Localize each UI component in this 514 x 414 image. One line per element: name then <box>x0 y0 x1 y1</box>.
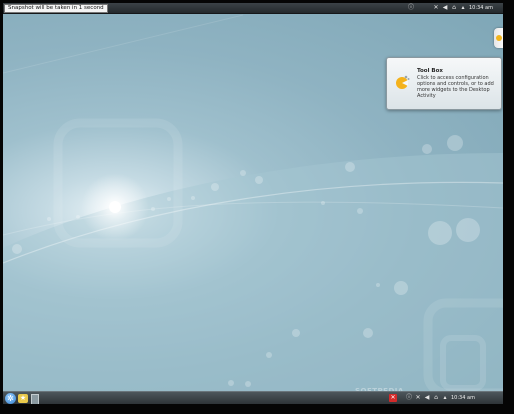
home-icon[interactable]: ⌂ <box>433 395 439 401</box>
home-icon[interactable]: ⌂ <box>451 5 457 11</box>
kde-gear-icon: ✲ <box>7 394 14 403</box>
application-launcher-button[interactable]: ✲ <box>5 393 16 404</box>
network-icon[interactable]: ✕ <box>433 5 439 11</box>
tooltip-title: Tool Box <box>417 68 443 74</box>
close-icon[interactable]: ✕ <box>389 394 397 402</box>
folder-view-button[interactable]: ★ <box>18 394 28 403</box>
arrow-up-icon[interactable]: ▴ <box>442 395 448 401</box>
toolbox-button[interactable] <box>494 28 503 48</box>
bottom-system-tray: ⓘ ✕ ◀ ⌂ ▴ 10:34 am <box>406 395 475 402</box>
bottom-panel: ✲ ★ ✕ ⓘ ✕ ◀ ⌂ ▴ 10:34 am <box>3 391 503 404</box>
top-tray-left: ⓘ <box>408 5 414 11</box>
folder-icon: ★ <box>19 394 27 402</box>
volume-icon[interactable]: ◀ <box>442 5 448 11</box>
snapshot-notice: Snapshot will be taken in 1 second <box>4 4 108 13</box>
toolbox-icon <box>396 75 410 89</box>
top-panel: Snapshot will be taken in 1 second ⓘ ✕ ◀… <box>3 3 503 14</box>
arrow-up-icon[interactable]: ▴ <box>460 5 466 11</box>
network-icon[interactable]: ✕ <box>415 395 421 401</box>
info-icon[interactable]: ⓘ <box>406 395 412 401</box>
toolbox-tooltip: Tool Box Click to access configuration o… <box>386 57 502 110</box>
top-clock[interactable]: 10:34 am <box>469 5 493 11</box>
pager[interactable] <box>31 394 39 404</box>
tooltip-body: Click to access configuration options an… <box>417 75 494 99</box>
cashew-icon <box>496 35 502 41</box>
top-system-tray: ✕ ◀ ⌂ ▴ 10:34 am <box>433 5 493 12</box>
info-icon[interactable]: ⓘ <box>408 5 414 11</box>
bottom-clock[interactable]: 10:34 am <box>451 395 475 401</box>
screen: Snapshot will be taken in 1 second ⓘ ✕ ◀… <box>0 0 514 414</box>
desktop[interactable]: Snapshot will be taken in 1 second ⓘ ✕ ◀… <box>3 3 503 404</box>
volume-icon[interactable]: ◀ <box>424 395 430 401</box>
